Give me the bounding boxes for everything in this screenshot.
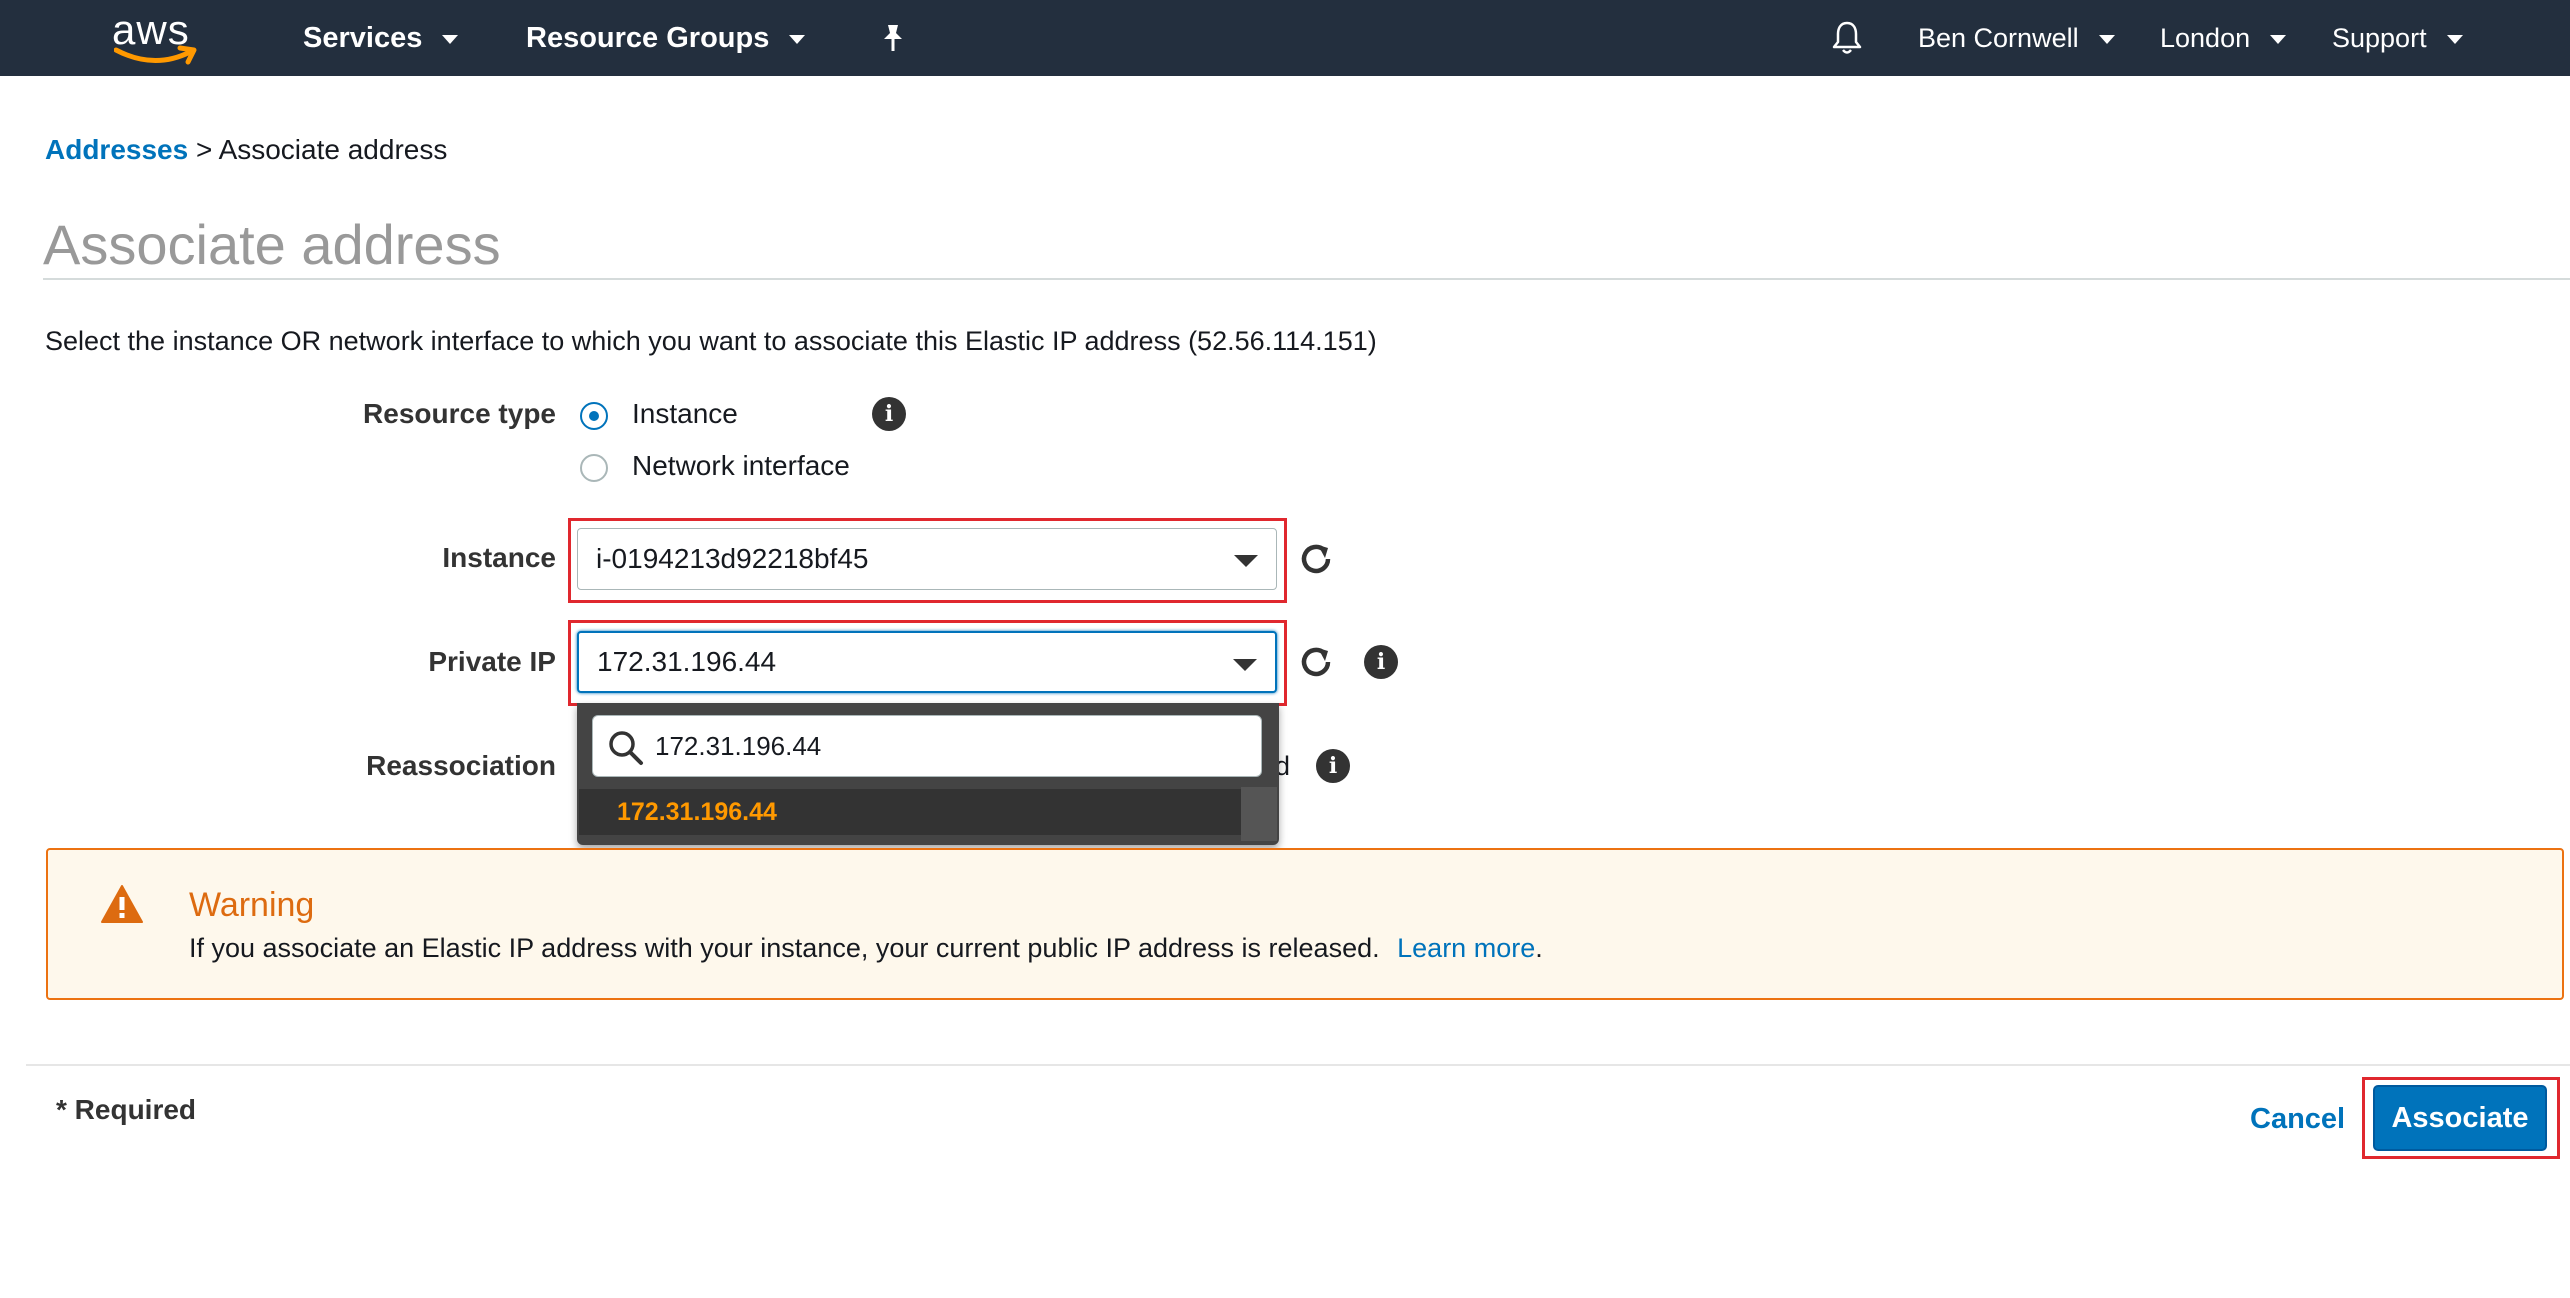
- search-icon: [609, 731, 643, 765]
- support-label: Support: [2332, 22, 2427, 53]
- services-label: Services: [303, 21, 423, 54]
- dropdown-scrollbar[interactable]: [1241, 787, 1277, 841]
- private-ip-dropdown: 172.31.196.44 172.31.196.44: [577, 703, 1279, 845]
- warning-alert: Warning If you associate an Elastic IP a…: [46, 848, 2564, 1000]
- refresh-icon[interactable]: [1294, 640, 1338, 684]
- instance-select[interactable]: i-0194213d92218bf45: [577, 528, 1277, 590]
- warning-title: Warning: [189, 886, 315, 924]
- page-title: Associate address: [43, 213, 501, 276]
- radio-instance[interactable]: [580, 402, 608, 430]
- dropdown-search-box[interactable]: 172.31.196.44: [592, 715, 1262, 777]
- required-note: * Required: [56, 1094, 197, 1125]
- refresh-icon[interactable]: [1294, 537, 1338, 581]
- warning-icon: [101, 885, 143, 923]
- footer-divider: [26, 1064, 2570, 1066]
- breadcrumb-separator: >: [195, 134, 213, 165]
- private-ip-select-value: 172.31.196.44: [597, 646, 777, 677]
- reassociation-label: Reassociation: [366, 750, 556, 781]
- private-ip-label: Private IP: [428, 646, 556, 677]
- chevron-down-icon: [2098, 34, 2115, 44]
- warning-trailing: .: [1535, 933, 1543, 963]
- info-icon[interactable]: i: [872, 397, 906, 431]
- warning-message: If you associate an Elastic IP address w…: [189, 933, 1543, 964]
- chevron-down-icon: [789, 34, 806, 44]
- resource-groups-label: Resource Groups: [526, 21, 770, 54]
- instance-select-value: i-0194213d92218bf45: [596, 543, 869, 574]
- intro-text: Select the instance OR network interface…: [45, 326, 1377, 356]
- caret-down-icon: [1233, 659, 1257, 671]
- warning-text: If you associate an Elastic IP address w…: [189, 933, 1380, 963]
- radio-network-interface[interactable]: [580, 454, 608, 482]
- private-ip-select[interactable]: 172.31.196.44: [577, 631, 1277, 693]
- resource-groups-menu[interactable]: Resource Groups: [526, 18, 806, 58]
- resource-type-label: Resource type: [363, 398, 556, 429]
- region-menu[interactable]: London: [2160, 18, 2287, 58]
- user-menu[interactable]: Ben Cornwell: [1918, 18, 2115, 58]
- chevron-down-icon: [2270, 34, 2287, 44]
- region-name: London: [2160, 22, 2251, 53]
- info-icon[interactable]: i: [1316, 749, 1350, 783]
- breadcrumb-current: Associate address: [218, 134, 448, 165]
- bell-icon[interactable]: [1827, 18, 1867, 58]
- services-menu[interactable]: Services: [303, 18, 459, 58]
- chevron-down-icon: [442, 34, 459, 44]
- support-menu[interactable]: Support: [2332, 18, 2463, 58]
- info-icon[interactable]: i: [1364, 645, 1398, 679]
- radio-instance-label[interactable]: Instance: [632, 398, 738, 430]
- associate-button[interactable]: Associate: [2373, 1085, 2547, 1151]
- dropdown-option[interactable]: 172.31.196.44: [579, 789, 1241, 835]
- cancel-button[interactable]: Cancel: [2250, 1103, 2345, 1136]
- learn-more-link[interactable]: Learn more: [1397, 933, 1535, 963]
- radio-network-interface-label[interactable]: Network interface: [632, 450, 850, 482]
- user-name: Ben Cornwell: [1918, 22, 2079, 53]
- breadcrumb-addresses-link[interactable]: Addresses: [45, 134, 188, 165]
- chevron-down-icon: [2446, 34, 2463, 44]
- breadcrumb: Addresses > Associate address: [45, 134, 447, 166]
- instance-label: Instance: [442, 542, 556, 573]
- dropdown-search-input[interactable]: 172.31.196.44: [655, 731, 821, 762]
- caret-down-icon: [1234, 555, 1258, 567]
- aws-smile-icon: [114, 45, 197, 65]
- pin-icon[interactable]: [873, 18, 913, 58]
- top-navigation: aws Services Resource Groups Ben Cornwel…: [0, 0, 2570, 76]
- aws-logo[interactable]: aws: [108, 6, 198, 66]
- title-divider: [43, 278, 2570, 280]
